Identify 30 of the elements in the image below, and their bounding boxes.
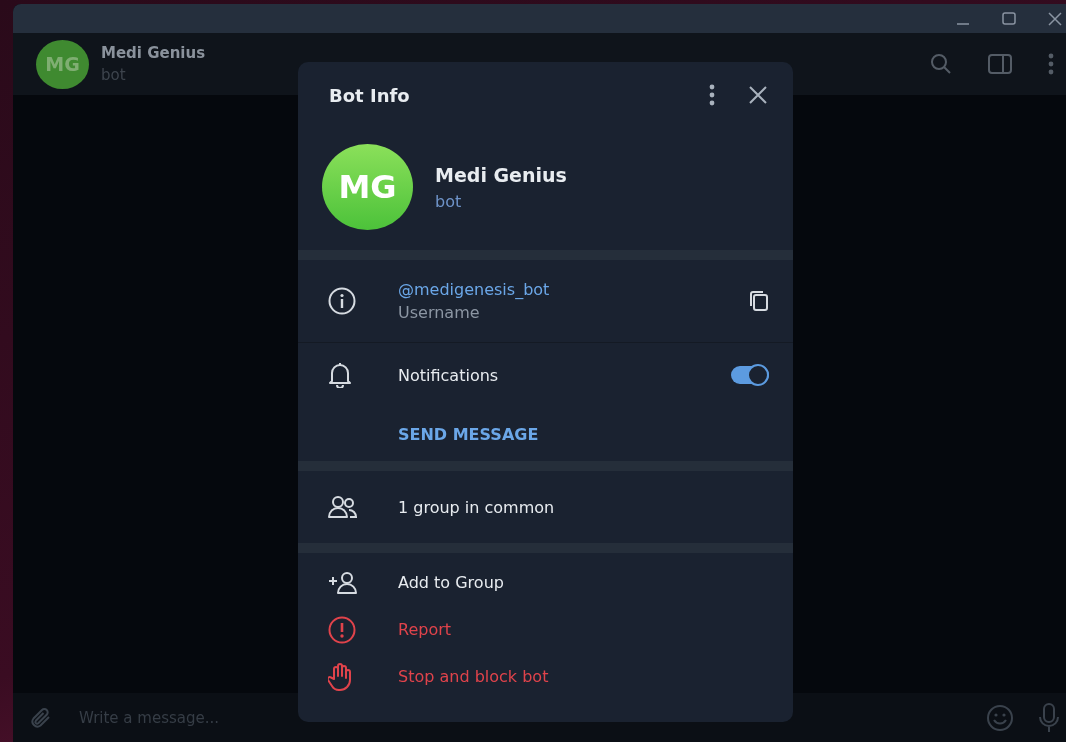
group-icon [328, 495, 358, 519]
chat-name[interactable]: Medi Genius [101, 44, 206, 62]
more-icon[interactable] [709, 84, 715, 106]
sidebar-toggle-icon[interactable] [988, 54, 1012, 74]
close-icon[interactable] [749, 86, 767, 104]
bot-status: bot [435, 191, 463, 211]
username-value[interactable]: @medigenesis_bot [398, 280, 749, 299]
search-icon[interactable] [930, 53, 952, 75]
close-icon[interactable] [1048, 11, 1062, 26]
copy-icon[interactable] [749, 290, 769, 312]
hand-icon [328, 662, 352, 691]
bell-icon [328, 362, 352, 388]
menu-action[interactable]: Add to Group [398, 573, 504, 592]
send-message-link[interactable]: SEND MESSAGE [398, 424, 539, 444]
add-user-icon [328, 570, 358, 595]
avatar: MG [322, 144, 413, 230]
notifications-toggle[interactable] [731, 366, 769, 384]
warning-icon [328, 615, 356, 644]
groups-in-common[interactable]: 1 group in common [398, 497, 555, 517]
attach-icon[interactable] [29, 705, 53, 730]
microphone-icon[interactable] [1038, 702, 1060, 733]
danger-action[interactable]: Stop and block bot [398, 667, 549, 686]
username-label: Username [398, 303, 481, 322]
danger-action[interactable]: Report [398, 620, 452, 639]
notifications-label: Notifications [398, 365, 500, 385]
emoji-icon[interactable] [986, 703, 1014, 732]
info-icon [328, 287, 356, 315]
bot-name: Medi Genius [435, 163, 567, 186]
dialog-title: Bot Info [329, 84, 411, 106]
maximize-icon[interactable] [1002, 11, 1016, 26]
